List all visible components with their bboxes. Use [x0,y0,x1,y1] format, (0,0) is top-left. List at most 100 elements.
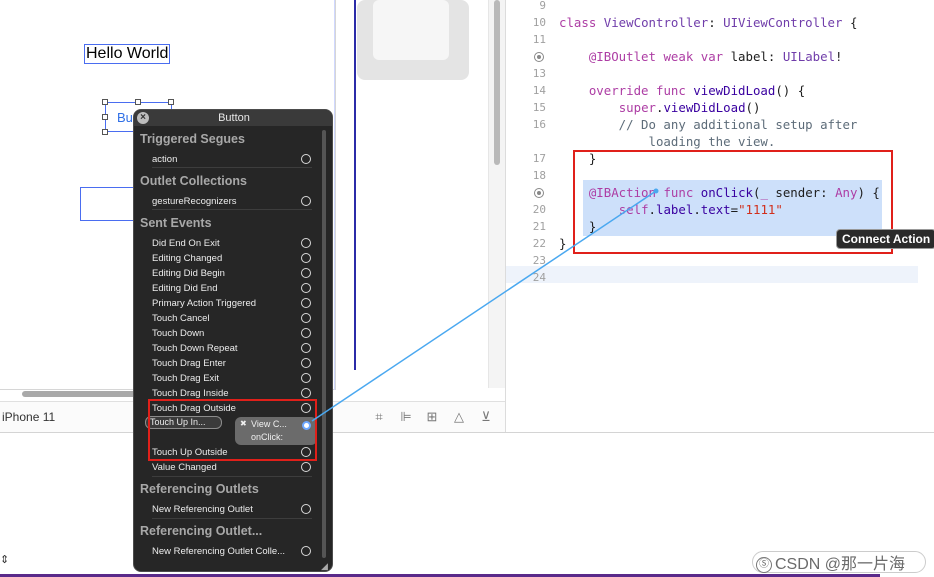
outlet-connection-icon[interactable] [534,52,544,62]
hud-row: Touch Drag Enter [152,358,226,369]
connection-circle[interactable] [301,504,311,514]
row-divider [152,209,312,210]
resize-handle[interactable] [135,99,141,105]
connection-circle[interactable] [301,373,311,383]
code-line[interactable]: @IBOutlet weak var label: UILabel! [506,48,934,65]
hud-row: Editing Did Begin [152,268,225,279]
code-token: override func [588,83,694,98]
connection-circle[interactable] [301,313,311,323]
line-number: 9 [539,0,546,12]
line-number: 14 [532,84,546,97]
code-token: label: [730,49,783,64]
resize-handle[interactable] [102,129,108,135]
close-icon[interactable]: × [137,112,149,124]
hud-row: Touch Down [152,328,205,339]
code-line[interactable]: 9 [506,0,934,14]
code-token: // Do any additional setup after [559,117,858,132]
connection-circle[interactable] [301,238,311,248]
line-number: 22 [532,237,546,250]
hud-row: New Referencing Outlet [152,504,253,515]
line-number: 23 [532,254,546,267]
code-token: class [559,15,604,30]
hud-scrollbar[interactable] [322,130,326,558]
text-field-element[interactable] [80,187,140,221]
line-number: 17 [532,152,546,165]
code-token: viewDidLoad [663,100,746,115]
row-divider [152,476,312,477]
button-element[interactable]: Bu [117,110,133,125]
code-text: class ViewController: UIViewController { [559,14,857,31]
code-token: @IBOutlet weak var [588,49,731,64]
code-token: () { [775,83,806,98]
connection-circle[interactable] [301,462,311,472]
code-line[interactable]: 10 class ViewController: UIViewController… [506,14,934,31]
hello-world-label[interactable]: Hello World [84,44,171,64]
connection-circle[interactable] [301,268,311,278]
connection-circle[interactable] [301,283,311,293]
code-token: loading the view. [559,134,776,149]
hud-row: Editing Did End [152,283,218,294]
hud-row: gestureRecognizers [152,196,237,207]
code-line[interactable]: 23 [506,252,934,269]
outlet-connection-icon[interactable] [534,188,544,198]
embed-icon[interactable]: ⌗ [371,409,387,425]
resize-grip-icon[interactable]: ◢ [321,561,328,571]
code-line[interactable]: 14 override func viewDidLoad() { [506,82,934,99]
hud-row: Did End On Exit [152,238,220,249]
connections-hud[interactable]: Button × Triggered Segues action Outlet … [133,109,333,572]
hud-row: Value Changed [152,462,217,473]
connection-circle[interactable] [301,253,311,263]
updown-icon[interactable]: ⇕ [0,553,9,566]
connection-circle[interactable] [301,343,311,353]
watermark-icon: Ⓢ [756,556,772,573]
code-text: // Do any additional setup after [559,116,858,133]
code-line[interactable]: loading the view. [506,133,934,150]
hud-row: Touch Drag Exit [152,373,220,384]
section-referencing-outlets: Referencing Outlets [140,482,259,496]
code-line[interactable]: 11 [506,31,934,48]
section-outlet-collections: Outlet Collections [140,174,247,188]
line-number: 11 [532,33,546,46]
section-triggered-segues: Triggered Segues [140,132,245,146]
code-line[interactable]: 13 [506,65,934,82]
align-icon[interactable]: ⊫ [398,409,414,425]
line-number: 20 [532,203,546,216]
vertical-scrollbar[interactable] [494,0,500,165]
line-number: 21 [532,220,546,233]
safe-area-edge [334,0,335,390]
connection-circle[interactable] [301,388,311,398]
connection-circle[interactable] [301,546,311,556]
resize-handle[interactable] [102,99,108,105]
connection-circle[interactable] [301,298,311,308]
code-text: } [559,235,566,252]
connection-circle[interactable] [301,358,311,368]
code-line[interactable]: 24 [506,269,934,286]
code-line[interactable]: 16 // Do any additional setup after [506,116,934,133]
watermark: Ⓢ CSDN @那一片海 [756,550,905,574]
connection-circle[interactable] [301,154,311,164]
line-number: 16 [532,118,546,131]
device-selector[interactable]: iPhone 11 [2,410,55,424]
embed-in-icon[interactable]: ⊻ [478,409,494,425]
code-token: : [708,15,724,30]
scene-edge [354,0,356,370]
connection-circle[interactable] [301,196,311,206]
code-token: ViewController [603,15,709,30]
code-token: viewDidLoad [693,83,776,98]
code-token: UIViewController [723,15,843,30]
code-text: @IBOutlet weak var label: UILabel! [559,48,843,65]
code-token: ! [835,49,843,64]
pin-icon[interactable]: ⊞ [424,409,440,425]
section-referencing-outlet-collections: Referencing Outlet... [140,524,263,538]
section-sent-events: Sent Events [140,216,212,230]
connection-circle[interactable] [301,328,311,338]
code-line[interactable]: 15 super.viewDidLoad() [506,99,934,116]
resolve-issues-icon[interactable]: △ [451,409,467,425]
row-divider [152,518,312,519]
hud-row: Editing Changed [152,253,223,264]
resize-handle[interactable] [102,114,108,120]
resize-handle[interactable] [168,99,174,105]
hud-row: Touch Cancel [152,313,210,324]
hud-row: New Referencing Outlet Colle... [152,546,286,557]
